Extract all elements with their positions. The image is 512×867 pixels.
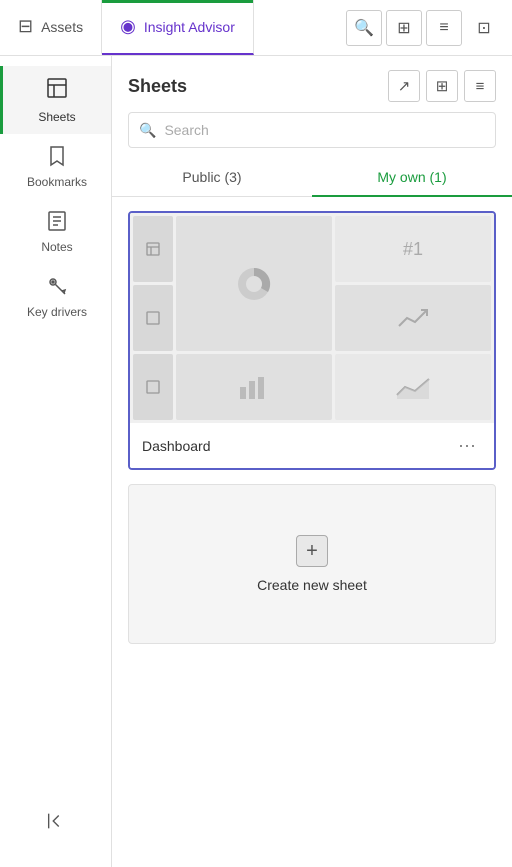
nav-layout2-icon: ≡	[439, 19, 448, 37]
tab-my-own[interactable]: My own (1)	[312, 159, 512, 197]
preview-cell-nav1	[133, 216, 173, 282]
tab-public[interactable]: Public (3)	[112, 159, 312, 197]
preview-cell-bar	[176, 354, 332, 420]
bookmarks-label: Bookmarks	[27, 175, 87, 189]
preview-cell-nav3	[133, 354, 173, 420]
header-icons: ↗ ⊞ ≡	[388, 70, 496, 102]
list-view-icon: ≡	[476, 78, 485, 95]
expand-button[interactable]: ↗	[388, 70, 420, 102]
sidebar: Sheets Bookmarks Notes	[0, 56, 112, 867]
sheets-content: #1	[112, 197, 512, 867]
nav-tab-insight[interactable]: ◉ Insight Advisor	[102, 0, 254, 55]
nav-layout1-button[interactable]: ⊞	[386, 10, 422, 46]
sheets-label: Sheets	[38, 110, 75, 124]
plus-icon: +	[306, 540, 318, 563]
key-drivers-label: Key drivers	[27, 305, 87, 319]
nav-search-icon: 🔍	[354, 18, 374, 38]
assets-tab-label: Assets	[41, 19, 83, 35]
sidebar-item-key-drivers[interactable]: Key drivers	[0, 264, 111, 329]
grid-view-button[interactable]: ⊞	[426, 70, 458, 102]
notes-icon	[45, 209, 69, 236]
insight-tab-label: Insight Advisor	[144, 19, 235, 35]
tabs-row: Public (3) My own (1)	[112, 158, 512, 197]
sheet-card-dashboard[interactable]: #1	[128, 211, 496, 470]
notes-label: Notes	[41, 240, 72, 254]
top-navigation: ⊟ Assets ◉ Insight Advisor 🔍 ⊞ ≡ ⊡	[0, 0, 512, 56]
assets-grid-icon: ⊟	[18, 16, 33, 37]
preview-cell-hash: #1	[335, 216, 491, 282]
search-box[interactable]: 🔍 Search	[128, 112, 496, 148]
grid-view-icon: ⊞	[436, 77, 449, 95]
preview-cell-nav2	[133, 285, 173, 351]
bookmark-icon	[45, 144, 69, 171]
nav-right-icons: 🔍 ⊞ ≡ ⊡	[336, 0, 512, 55]
search-placeholder: Search	[164, 122, 208, 138]
collapse-sidebar-button[interactable]	[0, 800, 111, 847]
sheet-card-footer: Dashboard ···	[130, 423, 494, 468]
collapse-icon	[45, 810, 67, 837]
preview-cell-pie	[176, 216, 332, 351]
sheet-name: Dashboard	[142, 438, 452, 454]
create-new-sheet-card[interactable]: + Create new sheet	[128, 484, 496, 644]
main-layout: Sheets Bookmarks Notes	[0, 56, 512, 867]
preview-cell-area	[335, 354, 491, 420]
sheets-icon	[45, 76, 69, 106]
nav-more-button[interactable]: ⊡	[466, 10, 502, 46]
preview-cell-trend	[335, 285, 491, 351]
search-icon: 🔍	[139, 122, 156, 139]
active-indicator-bar	[102, 0, 253, 3]
nav-search-button[interactable]: 🔍	[346, 10, 382, 46]
insight-icon: ◉	[120, 16, 136, 37]
sidebar-item-notes[interactable]: Notes	[0, 199, 111, 264]
content-area: Sheets ↗ ⊞ ≡ 🔍 Search Pu	[112, 56, 512, 867]
create-label: Create new sheet	[257, 577, 367, 593]
nav-layout1-icon: ⊞	[397, 18, 410, 38]
nav-tab-assets[interactable]: ⊟ Assets	[0, 0, 102, 55]
sheet-menu-button[interactable]: ···	[452, 433, 482, 458]
content-header: Sheets ↗ ⊞ ≡	[112, 56, 512, 112]
key-drivers-icon	[45, 274, 69, 301]
create-plus-button[interactable]: +	[296, 535, 328, 567]
search-container: 🔍 Search	[112, 112, 512, 158]
sheet-preview: #1	[130, 213, 494, 423]
expand-icon: ↗	[398, 77, 411, 95]
list-view-button[interactable]: ≡	[464, 70, 496, 102]
page-title: Sheets	[128, 76, 388, 97]
sidebar-item-bookmarks[interactable]: Bookmarks	[0, 134, 111, 199]
sidebar-item-sheets[interactable]: Sheets	[0, 66, 111, 134]
nav-more-icon: ⊡	[477, 18, 490, 38]
nav-layout2-button[interactable]: ≡	[426, 10, 462, 46]
